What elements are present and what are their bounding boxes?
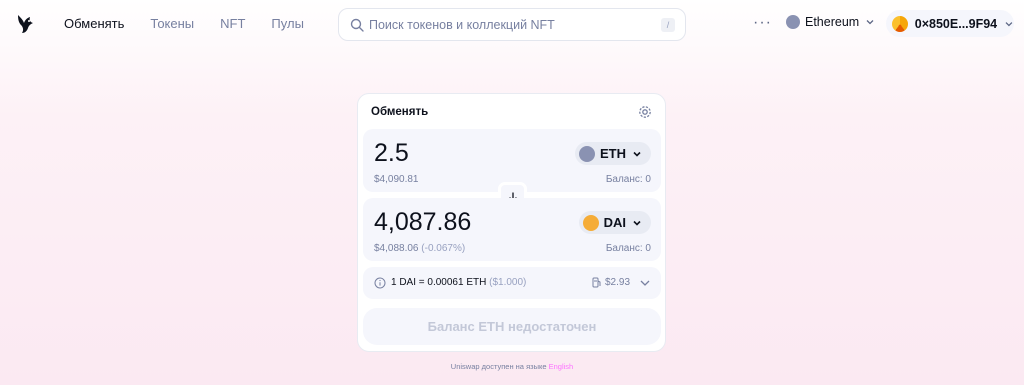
network-selector[interactable]: Ethereum — [786, 15, 875, 29]
network-label: Ethereum — [805, 15, 860, 29]
eth-token-icon — [579, 145, 595, 162]
exchange-rate: 1 DAI = 0.00061 ETH ($1.000) — [391, 277, 526, 288]
ethereum-icon — [786, 15, 800, 29]
output-fiat-value: $4,088.06 (-0.067%) — [374, 243, 465, 254]
avatar — [892, 15, 908, 32]
account-address: 0×850E...9F94 — [914, 16, 998, 31]
output-token-selector[interactable]: DAI — [578, 211, 651, 234]
gear-icon[interactable] — [637, 104, 653, 120]
search-icon — [350, 18, 364, 32]
exchange-rate-value: 1 DAI = 0.00061 ETH — [391, 277, 487, 288]
chevron-down-icon — [633, 151, 641, 157]
language-link[interactable]: English — [549, 362, 574, 371]
nav-swap[interactable]: Обменять — [64, 16, 124, 31]
nav-pools[interactable]: Пулы — [271, 16, 304, 31]
account-button[interactable]: 0×850E...9F94 — [886, 10, 1014, 37]
input-fiat-value: $4,090.81 — [374, 174, 419, 185]
exchange-rate-fiat: ($1.000) — [489, 277, 527, 288]
language-footer: Uniswap доступен на языке English — [0, 362, 1024, 371]
input-token-label: ETH — [600, 146, 626, 161]
swap-card: Обменять 2.5 ETH $4,090.81 Баланс: 0 4,0… — [357, 93, 666, 352]
chevron-down-icon — [633, 220, 641, 226]
output-balance: Баланс: 0 — [605, 243, 651, 254]
output-price-impact: (-0.067%) — [421, 243, 466, 254]
chevron-down-icon — [866, 20, 874, 25]
output-amount[interactable]: 4,087.86 — [374, 208, 471, 237]
top-navigation-bar: Обменять Токены NFT Пулы / ··· Ethereum … — [0, 0, 1024, 48]
input-balance: Баланс: 0 — [605, 174, 651, 185]
info-icon — [374, 277, 386, 289]
nav-tokens[interactable]: Токены — [150, 16, 194, 31]
chevron-down-icon — [1005, 21, 1013, 26]
output-fiat-amount: $4,088.06 — [374, 243, 419, 254]
input-token-selector[interactable]: ETH — [575, 142, 651, 165]
footer-text: Uniswap доступен на языке — [450, 362, 547, 371]
output-token-label: DAI — [603, 215, 626, 230]
search-bar[interactable]: / — [338, 8, 686, 41]
uniswap-logo-icon[interactable] — [14, 12, 38, 36]
main-nav: Обменять Токены NFT Пулы — [64, 16, 330, 31]
gas-fee: $2.93 — [605, 277, 631, 288]
dai-token-icon — [582, 214, 599, 231]
chevron-down-icon[interactable] — [639, 277, 651, 289]
nav-nft[interactable]: NFT — [220, 16, 245, 31]
gas-pump-icon — [592, 277, 601, 288]
search-shortcut-key: / — [661, 18, 675, 32]
input-amount[interactable]: 2.5 — [374, 139, 409, 168]
more-options-button[interactable]: ··· — [753, 14, 772, 32]
output-token-panel: 4,087.86 DAI $4,088.06 (-0.067%) Баланс:… — [363, 198, 661, 261]
search-input[interactable] — [369, 16, 659, 34]
swap-card-title: Обменять — [371, 106, 429, 118]
insufficient-balance-button[interactable]: Баланс ETH недостаточен — [363, 308, 661, 345]
exchange-rate-row[interactable]: 1 DAI = 0.00061 ETH ($1.000) $2.93 — [363, 267, 661, 299]
